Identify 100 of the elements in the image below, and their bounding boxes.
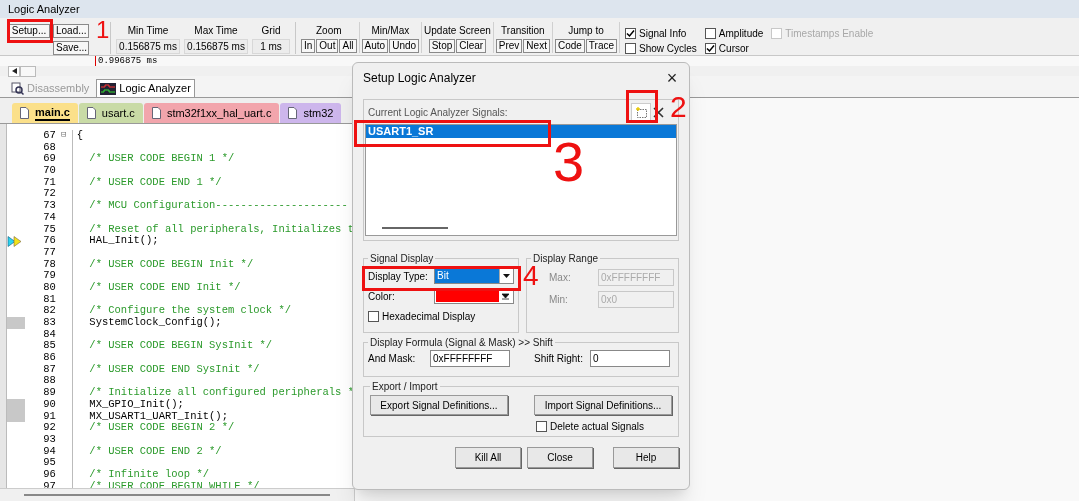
field-label: Grid	[261, 25, 281, 37]
toolbar-button[interactable]: Undo	[389, 39, 420, 53]
line-number: 67	[42, 130, 56, 142]
executable-line-mark	[6, 317, 25, 329]
checkbox-label: Timestamps Enable	[785, 26, 874, 41]
line-number: 81	[42, 293, 56, 306]
waveform-icon	[100, 82, 117, 95]
checkbox[interactable]	[704, 27, 716, 39]
field-label: Display Type:	[368, 269, 429, 284]
file-tab[interactable]: usart.c	[78, 103, 143, 123]
code-line: HAL_Init();	[88, 235, 159, 247]
line-number: 97	[42, 480, 56, 488]
fold-toggle[interactable]: ⊟	[61, 130, 67, 142]
annotation-number: 1	[96, 18, 110, 42]
code-comment: /* USER CODE END 2 */	[88, 445, 222, 458]
toolbar-button[interactable]: In	[301, 39, 316, 53]
checkbox-label: Show Cycles	[639, 41, 697, 56]
line-number: 70	[42, 165, 56, 177]
view-tab[interactable]: Logic Analyzer	[96, 79, 195, 97]
current-line-icon	[6, 235, 23, 247]
scrollbar-thumb[interactable]	[24, 494, 330, 496]
setup-button[interactable]: Setup...	[8, 24, 50, 38]
mask-field[interactable]: 0xFFFFFFFF	[430, 350, 510, 367]
line-number: 87	[42, 363, 56, 376]
line-number: 79	[42, 270, 56, 282]
code-line: {	[75, 130, 84, 142]
toolbar-button[interactable]: Next	[523, 39, 550, 53]
file-tab[interactable]: stm32	[280, 103, 342, 123]
checkbox[interactable]	[536, 420, 548, 432]
highlight-frame	[7, 19, 53, 43]
dialog-button[interactable]: Kill All	[455, 447, 521, 468]
line-number: 94	[42, 445, 56, 458]
line-number: 82	[42, 305, 56, 317]
group-title: Export / Import	[371, 380, 439, 394]
field-label: Min Time	[127, 25, 169, 37]
checkbox-label: Delete actual Signals	[550, 419, 644, 434]
save-button[interactable]: Save...	[53, 41, 89, 55]
field-label: Max Time	[194, 25, 238, 37]
code-comment: /* USER CODE END SysInit */	[88, 363, 260, 376]
scroll-left-icon[interactable]	[8, 65, 20, 77]
code-comment: /* Infinite loop */	[88, 468, 210, 481]
toolbar-button[interactable]: Clear	[456, 39, 487, 53]
line-number: 85	[42, 340, 56, 353]
line-number: 86	[42, 352, 56, 364]
checkbox[interactable]	[625, 42, 637, 54]
code-comment: /* USER CODE BEGIN WHILE */	[88, 480, 260, 488]
shift-field[interactable]: 0	[590, 350, 670, 367]
file-icon	[86, 107, 96, 119]
code-comment: /* USER CODE BEGIN 1 */	[88, 153, 235, 166]
line-number: 83	[42, 317, 56, 329]
checkbox-label: Signal Info	[639, 26, 687, 41]
toolbar-button[interactable]: Prev	[495, 39, 523, 53]
file-icon	[288, 107, 298, 119]
checkbox-label: Amplitude	[718, 26, 764, 41]
scrollbar-thumb[interactable]	[382, 227, 448, 229]
file-tab[interactable]: main.c	[12, 103, 78, 123]
toolbar-button[interactable]: Stop	[428, 39, 456, 53]
annotation-number: 2	[670, 92, 687, 122]
dialog-button[interactable]: Help	[613, 447, 679, 468]
code-comment: /* Configure the system clock */	[88, 305, 291, 317]
checkbox[interactable]	[704, 42, 716, 54]
code-line: SystemClock_Config();	[88, 317, 222, 329]
magnifier-icon	[11, 81, 24, 95]
toolbar-button[interactable]: Trace	[585, 39, 618, 53]
file-tab[interactable]: stm32f1xx_hal_uart.c	[143, 103, 280, 123]
field-label: Shift Right:	[534, 352, 584, 366]
code-comment: /* MCU Configuration---------------------	[88, 200, 348, 212]
field-label: Color:	[368, 289, 396, 304]
toolbar-button[interactable]: All	[339, 39, 357, 53]
scrollbar-thumb[interactable]	[20, 65, 36, 77]
checkbox[interactable]	[625, 27, 637, 39]
load-button[interactable]: Load...	[53, 24, 89, 38]
line-number: 91	[42, 410, 56, 423]
code-comment: /* USER CODE BEGIN Init */	[88, 258, 254, 271]
file-icon	[20, 107, 29, 119]
line-number: 74	[42, 211, 56, 224]
export-button[interactable]: Export Signal Definitions...	[370, 395, 508, 415]
line-number: 75	[42, 223, 56, 236]
signal-list-item[interactable]: USART1_SR	[366, 125, 676, 138]
group-label: Min/Max	[371, 25, 410, 37]
line-number: 89	[42, 387, 56, 399]
dropdown-arrow-icon[interactable]	[499, 290, 512, 302]
group-title: Signal Display	[369, 252, 435, 266]
group-label: Transition	[501, 25, 545, 37]
toolbar-button[interactable]: Code	[554, 39, 585, 53]
line-number: 68	[42, 141, 56, 154]
field-label: Min:	[549, 292, 568, 307]
line-number: 80	[42, 281, 56, 294]
dialog-button[interactable]: Close	[527, 447, 593, 468]
signals-label: Current Logic Analyzer Signals:	[368, 105, 509, 120]
toolbar-button[interactable]: Auto	[361, 39, 389, 53]
import-button[interactable]: Import Signal Definitions...	[534, 395, 672, 415]
line-number: 71	[42, 176, 56, 189]
new-signal-icon[interactable]	[631, 103, 651, 121]
window-title: Logic Analyzer	[8, 1, 80, 17]
checkbox[interactable]	[368, 310, 379, 322]
line-number: 96	[42, 468, 56, 481]
close-button[interactable]: ×	[663, 69, 681, 87]
group-label: Jump to	[568, 25, 604, 37]
toolbar-button[interactable]: Out	[316, 39, 339, 53]
